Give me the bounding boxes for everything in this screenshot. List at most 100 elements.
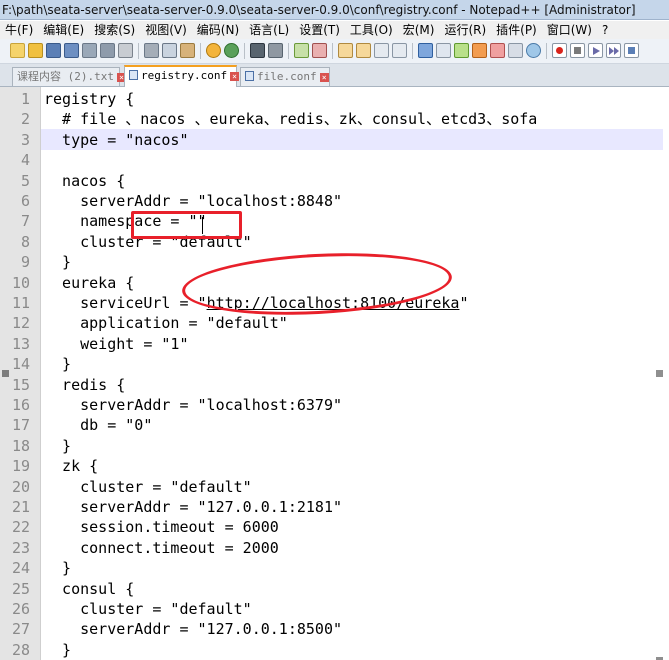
stop-macro-icon[interactable] xyxy=(570,43,585,58)
code-line[interactable]: db = "0" xyxy=(44,415,152,435)
menu-help[interactable]: ? xyxy=(597,21,613,39)
line-number: 16 xyxy=(11,396,30,414)
open-file-icon[interactable] xyxy=(28,43,43,58)
print-icon[interactable] xyxy=(118,43,133,58)
menu-search[interactable]: 搜索(S) xyxy=(89,21,140,39)
code-line[interactable]: registry { xyxy=(44,89,134,109)
save-icon[interactable] xyxy=(46,43,61,58)
code-line[interactable]: redis { xyxy=(44,375,125,395)
menu-macro[interactable]: 宏(M) xyxy=(398,21,440,39)
zoom-out-icon[interactable] xyxy=(312,43,327,58)
indent-guide-icon[interactable] xyxy=(418,43,433,58)
menu-window[interactable]: 窗口(W) xyxy=(542,21,597,39)
doc-map-icon[interactable] xyxy=(454,43,469,58)
code-line[interactable]: weight = "1" xyxy=(44,334,188,354)
line-number: 28 xyxy=(11,640,30,659)
play-macro-icon[interactable] xyxy=(588,43,603,58)
file-icon xyxy=(245,71,254,81)
code-line[interactable]: application = "default" xyxy=(44,313,288,333)
folder-workspace-icon[interactable] xyxy=(490,43,505,58)
menu-plugins[interactable]: 插件(P) xyxy=(491,21,542,39)
close-icon[interactable]: × xyxy=(319,73,329,82)
code-line[interactable]: consul { xyxy=(44,579,134,599)
menu-run[interactable]: 运行(R) xyxy=(439,21,491,39)
code-line[interactable]: eureka { xyxy=(44,273,134,293)
close-icon[interactable] xyxy=(82,43,97,58)
replace-icon[interactable] xyxy=(268,43,283,58)
record-macro-icon[interactable] xyxy=(552,43,567,58)
undo-icon[interactable] xyxy=(206,43,221,58)
menu-settings[interactable]: 设置(T) xyxy=(294,21,345,39)
line-number: 2 xyxy=(20,110,30,129)
line-number: 20 xyxy=(11,477,30,496)
text-editor[interactable]: 1 2 3 4 5 6 7 8 9 10 11 12 13 14 15 16 17 18 19 20 21 22 23 24 2… xyxy=(0,87,669,660)
run-macro-multiple-icon[interactable] xyxy=(606,43,621,58)
show-all-chars-icon[interactable] xyxy=(392,43,407,58)
close-icon[interactable]: × xyxy=(230,72,240,81)
function-list-icon[interactable] xyxy=(472,43,487,58)
user-language-icon[interactable] xyxy=(436,43,451,58)
code-line[interactable]: } xyxy=(44,640,71,660)
line-number: 8 xyxy=(20,232,30,251)
menu-view[interactable]: 视图(V) xyxy=(140,21,192,39)
code-line[interactable]: connect.timeout = 2000 xyxy=(44,538,279,558)
menu-encoding[interactable]: 编码(N) xyxy=(192,21,244,39)
line-number: 26 xyxy=(11,600,30,618)
menu-tools[interactable]: 工具(O) xyxy=(345,21,398,39)
copy-icon[interactable] xyxy=(162,43,177,58)
toolbar-separator xyxy=(288,43,289,59)
new-file-icon[interactable] xyxy=(10,43,25,58)
code-line[interactable]: zk { xyxy=(44,456,98,476)
find-icon[interactable] xyxy=(250,43,265,58)
sync-horizontal-icon[interactable] xyxy=(356,43,371,58)
tab-registry-conf[interactable]: registry.conf × xyxy=(124,65,240,87)
code-line[interactable]: serverAddr = "127.0.0.1:2181" xyxy=(44,497,342,517)
word-wrap-icon[interactable] xyxy=(374,43,389,58)
code-line[interactable]: session.timeout = 6000 xyxy=(44,517,279,537)
code-line[interactable]: cluster = "default" xyxy=(44,477,252,497)
file-icon xyxy=(129,70,138,80)
monitoring-icon[interactable] xyxy=(508,43,523,58)
menu-language[interactable]: 语言(L) xyxy=(244,21,294,39)
menu-file[interactable]: 牛(F) xyxy=(0,21,38,39)
toolbar-separator xyxy=(138,43,139,59)
redo-icon[interactable] xyxy=(224,43,239,58)
cut-icon[interactable] xyxy=(144,43,159,58)
paste-icon[interactable] xyxy=(180,43,195,58)
code-line[interactable]: type = "nacos" xyxy=(44,130,188,150)
code-line[interactable]: serverAddr = "localhost:8848" xyxy=(44,191,342,211)
line-number: 7 xyxy=(20,212,30,231)
menu-edit[interactable]: 编辑(E) xyxy=(38,21,89,39)
window-title-bar: F:\path\seata-server\seata-server-0.9.0\… xyxy=(0,0,669,20)
tab-bar: 课程内容 (2).txt × registry.conf × file.conf × xyxy=(0,64,669,87)
zoom-in-icon[interactable] xyxy=(294,43,309,58)
tab-course-content[interactable]: 课程内容 (2).txt × xyxy=(12,67,126,86)
code-line[interactable]: serverAddr = "localhost:6379" xyxy=(44,395,342,415)
eye-icon[interactable] xyxy=(526,43,541,58)
line-number: 17 xyxy=(11,416,30,435)
code-line[interactable]: } xyxy=(44,558,71,578)
line-number: 22 xyxy=(11,518,30,537)
line-number: 19 xyxy=(11,457,30,476)
line-number: 3 xyxy=(20,130,30,149)
fold-marker-icon[interactable] xyxy=(2,370,9,377)
tab-file-conf[interactable]: file.conf × xyxy=(240,67,330,86)
code-line[interactable]: } xyxy=(44,354,71,374)
save-macro-icon[interactable] xyxy=(624,43,639,58)
code-line[interactable]: serverAddr = "127.0.0.1:8500" xyxy=(44,619,342,639)
code-line[interactable]: nacos { xyxy=(44,171,125,191)
line-number: 27 xyxy=(11,620,30,639)
code-line[interactable]: # file 、nacos 、eureka、redis、zk、consul、et… xyxy=(44,109,537,129)
close-all-icon[interactable] xyxy=(100,43,115,58)
line-number: 1 xyxy=(20,90,30,108)
tab-label: registry.conf xyxy=(141,69,228,82)
tab-label: 课程内容 (2).txt xyxy=(17,70,114,83)
code-line[interactable]: } xyxy=(44,252,71,272)
sync-vertical-icon[interactable] xyxy=(338,43,353,58)
line-number: 15 xyxy=(11,375,30,394)
line-number: 12 xyxy=(11,314,30,333)
save-all-icon[interactable] xyxy=(64,43,79,58)
code-line[interactable]: cluster = "default" xyxy=(44,599,252,619)
code-line[interactable]: } xyxy=(44,436,71,456)
toolbar-separator xyxy=(412,43,413,59)
